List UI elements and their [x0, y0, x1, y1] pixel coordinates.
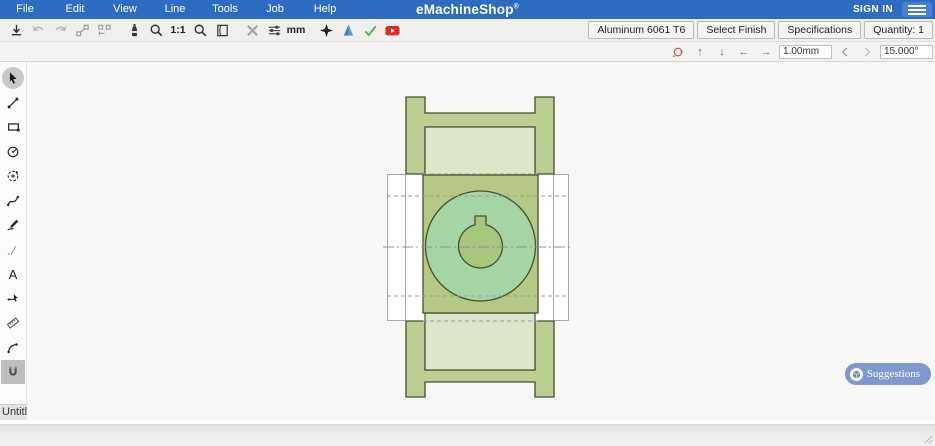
menu-file[interactable]: File [0, 0, 50, 19]
nudge-step-input[interactable] [779, 44, 832, 59]
export-icon[interactable] [5, 20, 27, 41]
cad-drawing [383, 96, 573, 398]
view-3d-icon[interactable] [337, 20, 359, 41]
part-option-buttons: Aluminum 6061 T6 Select Finish Specifica… [588, 21, 935, 39]
youtube-help-icon[interactable] [381, 20, 403, 41]
menu-help[interactable]: Help [300, 0, 350, 19]
horizontal-scrollbar[interactable] [0, 424, 935, 446]
check-design-icon[interactable] [359, 20, 381, 41]
line-settings-icon[interactable] [263, 20, 285, 41]
part-bottom-inset[interactable] [424, 312, 536, 371]
menu-view[interactable]: View [100, 0, 150, 19]
main-toolbar: 1:1 mm Aluminum 6061 T6 Select Finish Sp… [0, 19, 935, 42]
curve-tool[interactable] [1, 238, 25, 262]
part-top-inset[interactable] [424, 126, 536, 176]
select-finish-button[interactable]: Select Finish [697, 21, 776, 39]
glue-icon[interactable] [123, 20, 145, 41]
undo-icon[interactable] [27, 20, 49, 41]
menu-tools[interactable]: Tools [200, 0, 250, 19]
nudge-toolbar: ↑ ↓ ← → [0, 42, 935, 62]
paste-nodes-icon[interactable] [93, 20, 115, 41]
units-label[interactable]: mm [285, 20, 307, 41]
node-edit-tool[interactable] [1, 287, 25, 311]
menu-job[interactable]: Job [250, 0, 300, 19]
material-button[interactable]: Aluminum 6061 T6 [588, 21, 695, 39]
redo-icon[interactable] [49, 20, 71, 41]
line-tool[interactable] [1, 91, 25, 115]
zoom-actual-label[interactable]: 1:1 [167, 20, 189, 41]
zoom-in-icon[interactable] [145, 20, 167, 41]
copy-nodes-icon[interactable] [71, 20, 93, 41]
circle-tool[interactable] [1, 140, 25, 164]
menu-bar: File Edit View Line Tools Job Help eMach… [0, 0, 935, 19]
emachineshop-app: File Edit View Line Tools Job Help eMach… [0, 0, 935, 446]
pages-icon[interactable] [211, 20, 233, 41]
rotate-angle-input[interactable] [880, 44, 933, 59]
delete-icon[interactable] [241, 20, 263, 41]
snap-magnet-tool[interactable] [1, 360, 25, 384]
nudge-left-icon[interactable]: ← [735, 44, 753, 60]
spline-tool[interactable] [1, 189, 25, 213]
arc-tool[interactable] [1, 164, 25, 188]
center-view-icon[interactable] [315, 20, 337, 41]
registered-mark: ® [513, 3, 520, 11]
menu-items: File Edit View Line Tools Job Help [0, 0, 350, 19]
tool-sidebar: A [0, 62, 27, 405]
toolbar-icon-group: 1:1 mm [0, 20, 403, 41]
document-tab[interactable]: Untitled [0, 404, 27, 420]
nudge-down-icon[interactable]: ↓ [713, 44, 731, 60]
rotate-ccw-icon[interactable] [836, 44, 854, 60]
drawing-canvas[interactable] [27, 62, 935, 421]
zoom-out-icon[interactable] [189, 20, 211, 41]
nudge-up-icon[interactable]: ↑ [691, 44, 709, 60]
rotate-cw-icon[interactable] [858, 44, 876, 60]
text-tool[interactable]: A [1, 262, 25, 286]
quantity-button[interactable]: Quantity: 1 [864, 21, 933, 39]
measure-tool[interactable] [1, 311, 25, 335]
resize-grip-icon[interactable] [924, 435, 933, 444]
suggestions-button[interactable]: Suggestions [845, 364, 930, 384]
sign-in-button[interactable]: SIGN IN [853, 4, 893, 15]
hamburger-menu-icon[interactable] [902, 2, 932, 17]
menu-line[interactable]: Line [150, 0, 200, 19]
freehand-tool[interactable] [1, 213, 25, 237]
rectangle-tool[interactable] [1, 115, 25, 139]
nudge-right-icon[interactable]: → [757, 44, 775, 60]
menu-edit[interactable]: Edit [50, 0, 100, 19]
fillet-tool[interactable] [1, 336, 25, 360]
rotate-reset-icon[interactable] [669, 44, 687, 60]
select-tool[interactable] [2, 67, 24, 89]
specifications-button[interactable]: Specifications [778, 21, 862, 39]
suggestion-gem-icon [849, 367, 863, 381]
